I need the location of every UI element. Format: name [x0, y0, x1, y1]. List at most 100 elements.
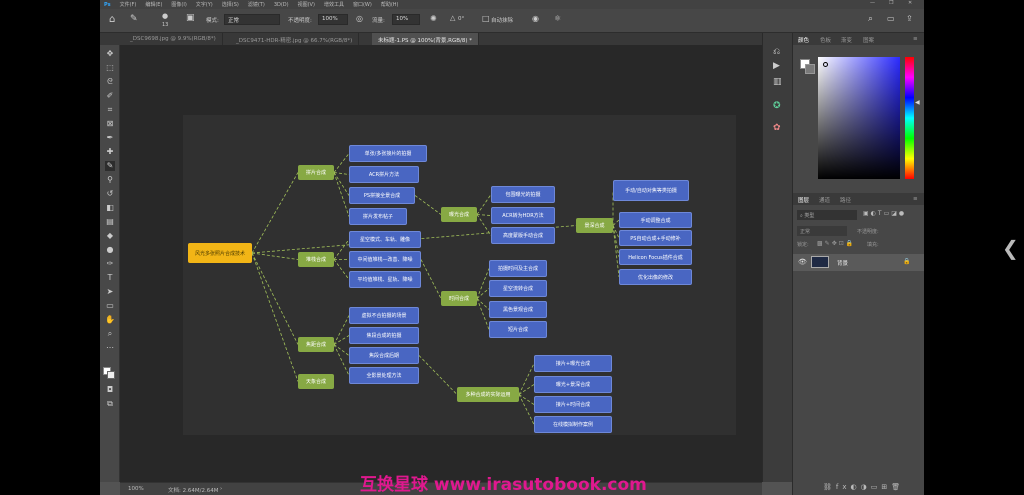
- path-select-icon[interactable]: ➤: [105, 287, 115, 297]
- leaf-node[interactable]: PS拼接全景合成: [349, 187, 415, 204]
- branch-focal-node[interactable]: 焦距合成: [298, 337, 334, 352]
- marquee-tool-icon[interactable]: ⬚: [105, 63, 115, 73]
- panel-menu-icon[interactable]: ≡: [913, 36, 918, 42]
- menu-edit[interactable]: 编辑(E): [145, 1, 162, 8]
- pressure-size-icon[interactable]: ◉: [532, 14, 539, 23]
- layer-filter-icons[interactable]: ▣◐T▭◪●: [863, 210, 906, 217]
- menu-view[interactable]: 视图(V): [298, 1, 315, 8]
- share-icon[interactable]: ⇪: [906, 14, 913, 23]
- mode-select[interactable]: 正常: [224, 14, 280, 25]
- hand-tool-icon[interactable]: ✋: [105, 315, 115, 325]
- leaf-node[interactable]: 手动/自动对焦等类拍摄: [613, 180, 689, 201]
- blur-tool-icon[interactable]: ◆: [105, 231, 115, 241]
- eraser-tool-icon[interactable]: ✎: [130, 14, 138, 24]
- color-picker-icon[interactable]: [823, 62, 828, 67]
- layers-menu-icon[interactable]: ≡: [913, 196, 918, 202]
- leaf-node[interactable]: 星空流转合成: [489, 280, 547, 297]
- leaf-node[interactable]: 焦段合成后期: [349, 347, 419, 364]
- pressure-opacity-icon[interactable]: ◎: [356, 14, 363, 23]
- leaf-node[interactable]: 中间值堆栈—改善、降噪: [349, 251, 421, 268]
- move-tool-icon[interactable]: ✥: [105, 49, 115, 59]
- layer-filter-select[interactable]: ⌕ 类型: [797, 210, 857, 220]
- brush-tool-icon[interactable]: ✎: [105, 161, 115, 171]
- restore-icon[interactable]: ❐: [889, 0, 893, 6]
- zoom-tool-icon[interactable]: ⌕: [105, 329, 115, 339]
- plugin-panel-icon[interactable]: ✪: [773, 101, 781, 111]
- tab-doc-3[interactable]: 未标题-1.PS @ 100%(背景,RGB/8) *: [372, 33, 480, 45]
- root-node[interactable]: 风光多张照片合成技术: [188, 243, 252, 263]
- tab-patterns[interactable]: 图案: [863, 36, 874, 44]
- hue-handle-icon[interactable]: ◀: [915, 99, 920, 106]
- sub-practice-node[interactable]: 多种合成的实际运用: [457, 387, 519, 402]
- leaf-node[interactable]: 在线模拟制作案例: [534, 416, 612, 433]
- properties-panel-icon[interactable]: ▥: [773, 77, 782, 87]
- eraser-icon[interactable]: ◧: [105, 203, 115, 213]
- leaf-node[interactable]: 拍摄时间及主合成: [489, 260, 547, 277]
- dodge-tool-icon[interactable]: ●: [105, 245, 115, 255]
- menu-filter[interactable]: 滤镜(T): [248, 1, 265, 8]
- history-brush-icon[interactable]: ↺: [105, 189, 115, 199]
- tab-doc-2[interactable]: _DSC9471-HDR-精密.jpg @ 66.7%(RGB/8*): [230, 33, 360, 45]
- menu-help[interactable]: 帮助(H): [381, 1, 399, 8]
- lasso-tool-icon[interactable]: ᘓ: [105, 77, 115, 87]
- color-field[interactable]: [818, 57, 900, 179]
- sub-time-node[interactable]: 时间合成: [441, 291, 477, 306]
- frame-tool-icon[interactable]: ⊠: [105, 119, 115, 129]
- leaf-node[interactable]: 焦段合成的拍摄: [349, 327, 419, 344]
- flow-field[interactable]: 10%: [392, 14, 420, 25]
- leaf-node[interactable]: 全影景处理方法: [349, 367, 419, 384]
- tab-channels[interactable]: 通道: [819, 196, 830, 204]
- menu-image[interactable]: 图像(I): [171, 1, 186, 8]
- leaf-node[interactable]: 拼片发布帖子: [349, 208, 407, 225]
- leaf-node[interactable]: ACR转为HDR方法: [491, 207, 555, 224]
- blend-mode-select[interactable]: 正常: [797, 226, 847, 236]
- actions-panel-icon[interactable]: ▶: [773, 61, 780, 71]
- tab-paths[interactable]: 路径: [840, 196, 851, 204]
- checkbox-icon[interactable]: □: [482, 14, 490, 23]
- tab-color[interactable]: 颜色: [798, 36, 809, 44]
- leaf-node[interactable]: PS自动合成+手动修补: [619, 230, 692, 246]
- sub-dof-node[interactable]: 景深合成: [576, 218, 613, 233]
- plugin-panel-2-icon[interactable]: ✿: [773, 123, 781, 133]
- leaf-node[interactable]: 短片合成: [489, 321, 547, 338]
- zoom-level[interactable]: 100%: [128, 486, 144, 492]
- type-tool-icon[interactable]: T: [105, 273, 115, 283]
- healing-tool-icon[interactable]: ✚: [105, 147, 115, 157]
- menu-type[interactable]: 文字(Y): [196, 1, 213, 8]
- menu-window[interactable]: 窗口(W): [353, 1, 372, 8]
- leaf-node[interactable]: 虚拟不合拍摄的场景: [349, 307, 419, 324]
- eye-icon[interactable]: 👁: [798, 258, 807, 266]
- tab-swatches[interactable]: 色板: [820, 36, 831, 44]
- lock-icons[interactable]: ▩✎✥⊡🔒: [817, 240, 855, 247]
- minimize-icon[interactable]: —: [870, 0, 875, 6]
- leaf-node[interactable]: 单张/多张接片的拍摄: [349, 145, 427, 162]
- opacity-field[interactable]: 100%: [318, 14, 348, 25]
- background-color-swatch[interactable]: [107, 371, 115, 379]
- quick-select-tool-icon[interactable]: ✐: [105, 91, 115, 101]
- background-swatch[interactable]: [805, 64, 815, 74]
- tab-layers[interactable]: 图层: [798, 196, 809, 204]
- screen-mode-icon[interactable]: ⧉: [105, 399, 115, 409]
- tab-doc-1[interactable]: _DSC9698.jpg @ 9.9%(RGB/8*): [124, 33, 223, 45]
- angle-value[interactable]: 0°: [458, 16, 464, 22]
- branch-sky-node[interactable]: 天象合成: [298, 374, 334, 389]
- leaf-node[interactable]: ACR拼片方法: [349, 166, 419, 183]
- leaf-node[interactable]: 优化出像的修改: [619, 269, 692, 285]
- rectangle-tool-icon[interactable]: ▭: [105, 301, 115, 311]
- menu-select[interactable]: 选择(S): [222, 1, 239, 8]
- document-canvas[interactable]: 风光多张照片合成技术 拼片合成 堆栈合成 焦距合成 天象合成 单张/多张接片的拍…: [183, 115, 736, 435]
- leaf-node[interactable]: 平均值堆栈、星轨、降噪: [349, 271, 421, 288]
- gradient-tool-icon[interactable]: ▤: [105, 217, 115, 227]
- chevron-left-icon[interactable]: ❮: [1002, 236, 1019, 260]
- home-icon[interactable]: ⌂: [109, 14, 115, 25]
- hue-slider[interactable]: [905, 57, 914, 179]
- leaf-node[interactable]: Helicon Focus插件合成: [619, 249, 692, 265]
- leaf-node[interactable]: 星空模式、车轨、雕像: [349, 231, 421, 248]
- menu-3d[interactable]: 3D(D): [274, 2, 289, 8]
- crop-tool-icon[interactable]: ⌗: [105, 105, 115, 115]
- leaf-node[interactable]: 接片+时间合成: [534, 396, 612, 413]
- leaf-node[interactable]: 黑色景观合成: [489, 301, 547, 318]
- stamp-tool-icon[interactable]: ⚲: [105, 175, 115, 185]
- brush-preset-icon[interactable]: ●: [162, 12, 168, 20]
- airbrush-icon[interactable]: ✺: [430, 14, 437, 23]
